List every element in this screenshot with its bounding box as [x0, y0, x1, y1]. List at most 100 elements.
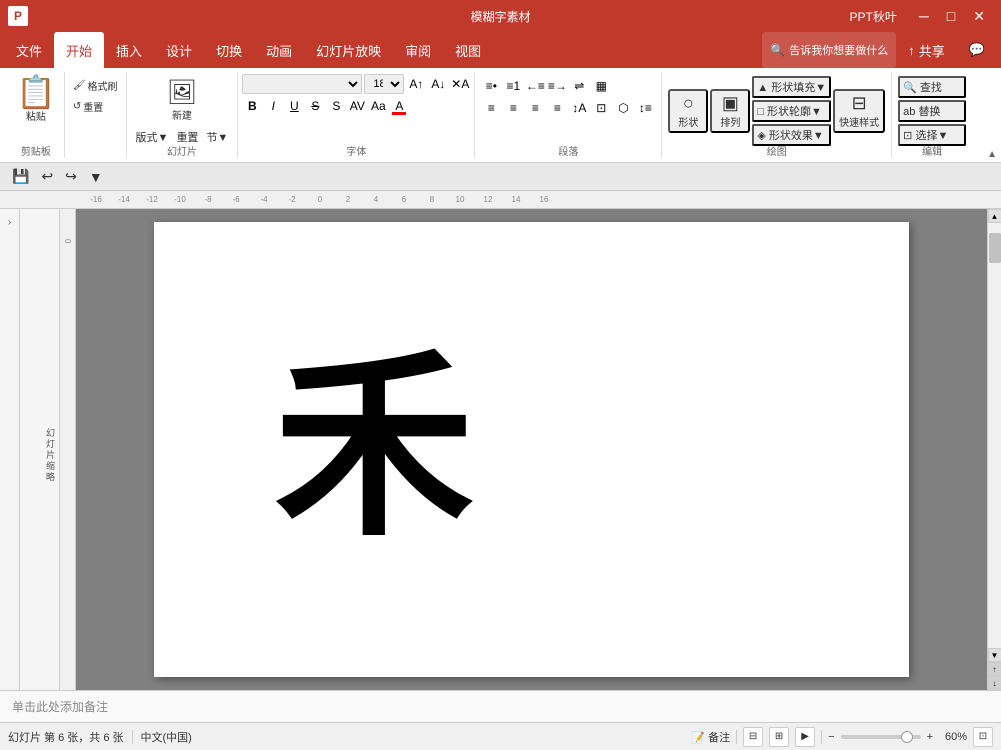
text-align-button[interactable]: ⊡ — [591, 98, 611, 118]
slides-panel-label: 幻灯片缩略 — [44, 428, 57, 483]
undo-button[interactable]: ↩ — [37, 166, 57, 187]
strikethrough-button[interactable]: S — [305, 96, 325, 116]
align-left-button[interactable]: ≡ — [481, 98, 501, 118]
smartart-button[interactable]: ⬡ — [613, 98, 633, 118]
panel-toggle-button[interactable]: › — [6, 213, 13, 232]
slide-canvas[interactable]: 禾 — [154, 222, 909, 677]
slideshow-view-button[interactable]: ▶ — [795, 727, 815, 747]
minimize-button[interactable]: ─ — [911, 7, 937, 25]
slide-canvas-area[interactable]: 禾 — [76, 209, 987, 690]
panel-toggle-area: › — [0, 209, 20, 690]
main-editing-area: › 幻灯片缩略 86420 2468 禾 ▲ ▼ ↑ ↓ — [0, 209, 1001, 690]
quick-access-toolbar: 💾 ↩ ↪ ▼ — [0, 163, 1001, 191]
font-color-button[interactable]: A — [389, 96, 409, 116]
shape-outline-button[interactable]: □ 形状轮廓▼ — [752, 100, 831, 122]
search-placeholder: 告诉我你想要做什么 — [789, 42, 888, 58]
text-direction-button[interactable]: ↕A — [569, 98, 589, 118]
customize-qa-button[interactable]: ▼ — [85, 167, 107, 187]
menu-home[interactable]: 开始 — [54, 32, 104, 68]
zoom-minus[interactable]: − — [828, 731, 834, 743]
zoom-level[interactable]: 60% — [939, 731, 967, 743]
maximize-button[interactable]: □ — [939, 7, 963, 25]
format-painter-label: 格式刷 — [88, 78, 118, 93]
reset-icon: ↺ — [73, 101, 81, 112]
format-painter-button[interactable]: 🖌 格式刷 — [69, 76, 122, 95]
save-qa-button[interactable]: 💾 — [8, 166, 33, 187]
increase-font-button[interactable]: A↑ — [406, 74, 426, 94]
zoom-slider[interactable] — [841, 735, 921, 739]
menu-animations[interactable]: 动画 — [254, 32, 304, 68]
clear-format-button[interactable]: ✕A — [450, 74, 470, 94]
increase-indent-button[interactable]: ≡→ — [547, 76, 567, 96]
ribbon-collapse-button[interactable]: ▲ — [985, 147, 999, 162]
notes-bar[interactable]: 单击此处添加备注 — [0, 690, 1001, 722]
redo-button[interactable]: ↪ — [61, 166, 81, 187]
decrease-font-button[interactable]: A↓ — [428, 74, 448, 94]
scroll-page-up[interactable]: ↑ — [988, 662, 1001, 676]
zoom-thumb[interactable] — [901, 731, 913, 743]
reset-button[interactable]: ↺ 重置 — [69, 97, 122, 116]
shapes-button[interactable]: ○ 形状 — [668, 89, 708, 133]
font-row-2: B I U S S AV Aa A — [242, 96, 470, 116]
paragraph-row-1: ≡• ≡1 ←≡ ≡→ ⇌ ▦ — [481, 76, 655, 96]
vertical-scrollbar[interactable]: ▲ ▼ ↑ ↓ — [987, 209, 1001, 690]
menu-view[interactable]: 视图 — [443, 32, 493, 68]
app-icon: P — [8, 6, 28, 26]
menu-design[interactable]: 设计 — [154, 32, 204, 68]
underline-button[interactable]: U — [284, 96, 304, 116]
window-title: 模糊字素材 — [470, 8, 530, 25]
status-right: 📝 备注 ⊟ ⊞ ▶ − + 60% ⊡ — [691, 727, 993, 747]
font-name-select[interactable] — [242, 74, 362, 94]
outline-view-button[interactable]: ⊞ — [769, 727, 789, 747]
arrange-button[interactable]: ▣ 排列 — [710, 89, 750, 133]
status-bar: 幻灯片 第 6 张，共 6 张 中文(中国) 📝 备注 ⊟ ⊞ ▶ − + 60… — [0, 722, 1001, 750]
paste-button[interactable]: 📋 粘贴 剪贴板 — [8, 72, 65, 158]
bold-button[interactable]: B — [242, 96, 262, 116]
scroll-track[interactable] — [988, 223, 1001, 648]
menu-transitions[interactable]: 切换 — [204, 32, 254, 68]
align-center-button[interactable]: ≡ — [503, 98, 523, 118]
fit-window-button[interactable]: ⊡ — [973, 727, 993, 747]
scroll-page-down[interactable]: ↓ — [988, 676, 1001, 690]
replace-button[interactable]: ab 替换 — [898, 100, 966, 122]
quick-styles-button[interactable]: ⊟ 快速样式 — [833, 89, 885, 133]
numbering-button[interactable]: ≡1 — [503, 76, 523, 96]
columns-button[interactable]: ▦ — [591, 76, 611, 96]
text-shadow-button[interactable]: S — [326, 96, 346, 116]
editing-group-label: 编辑 — [892, 143, 972, 158]
share-button[interactable]: ↑ 共享 — [896, 32, 957, 68]
scroll-up-button[interactable]: ▲ — [988, 209, 1001, 223]
share-icon: ↑ — [908, 43, 915, 58]
new-slide-button[interactable]: 🖼 新建 — [162, 76, 202, 124]
notes-toggle[interactable]: 📝 备注 — [691, 729, 730, 745]
scroll-down-button[interactable]: ▼ — [988, 648, 1001, 662]
close-button[interactable]: ✕ — [965, 7, 993, 25]
menu-review[interactable]: 审阅 — [393, 32, 443, 68]
zoom-plus[interactable]: + — [927, 731, 933, 743]
title-bar-left: P — [8, 6, 28, 26]
font-size-select[interactable]: 18 — [364, 74, 404, 94]
main-character[interactable]: 禾 — [274, 350, 474, 550]
slides-group-label: 幻灯片 — [127, 143, 238, 158]
menu-file[interactable]: 文件 — [4, 32, 54, 68]
normal-view-button[interactable]: ⊟ — [743, 727, 763, 747]
search-box[interactable]: 🔍 告诉我你想要做什么 — [762, 32, 896, 68]
menu-insert[interactable]: 插入 — [104, 32, 154, 68]
change-case-button[interactable]: Aa — [368, 96, 388, 116]
drawing-group: 绘图 ○ 形状 ▣ 排列 ▲ 形状填充▼ □ 形状轮廓▼ ◈ 形状效果▼ ⊟ 快 — [662, 72, 892, 158]
find-button[interactable]: 🔍 查找 — [898, 76, 966, 98]
shape-fill-button[interactable]: ▲ 形状填充▼ — [752, 76, 831, 98]
editing-group: 编辑 🔍 查找 ab 替换 ⊡ 选择▼ — [892, 72, 972, 158]
scroll-thumb[interactable] — [989, 233, 1001, 263]
justify-button[interactable]: ≡ — [547, 98, 567, 118]
rtl-button[interactable]: ⇌ — [569, 76, 589, 96]
decrease-indent-button[interactable]: ←≡ — [525, 76, 545, 96]
comments-button[interactable]: 💬 — [957, 32, 997, 68]
bullets-button[interactable]: ≡• — [481, 76, 501, 96]
italic-button[interactable]: I — [263, 96, 283, 116]
menu-slideshow[interactable]: 幻灯片放映 — [304, 32, 393, 68]
font-group: 字体 18 A↑ A↓ ✕A B I U S S AV Aa A — [238, 72, 475, 158]
char-spacing-button[interactable]: AV — [347, 96, 367, 116]
line-spacing-button[interactable]: ↕≡ — [635, 98, 655, 118]
align-right-button[interactable]: ≡ — [525, 98, 545, 118]
